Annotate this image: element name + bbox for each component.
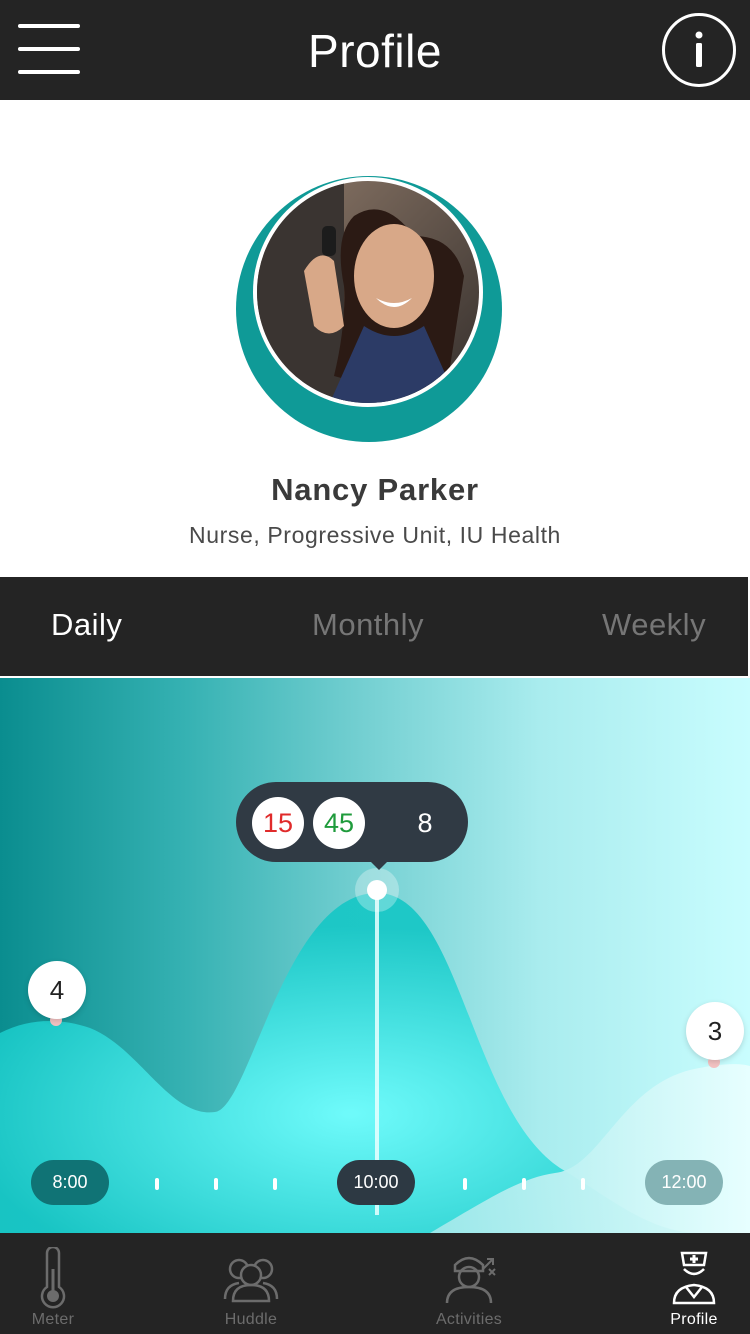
tab-daily[interactable]: Daily [51, 607, 122, 643]
time-pill-12[interactable]: 12:00 [645, 1160, 723, 1205]
period-tabs: Daily Monthly Weekly [0, 577, 748, 676]
tooltip-pointer [369, 860, 389, 870]
nav-meter[interactable]: Meter [0, 1233, 123, 1334]
time-tick [214, 1178, 218, 1190]
selection-dot [367, 880, 387, 900]
profile-role: Nurse, Progressive Unit, IU Health [189, 522, 561, 548]
nav-huddle[interactable]: Huddle [181, 1233, 321, 1334]
thermometer-icon [40, 1247, 66, 1309]
left-marker[interactable]: 4 [28, 961, 86, 1019]
tooltip-plain-value: 8 [417, 808, 433, 838]
nav-label: Activities [435, 1311, 503, 1328]
nav-profile[interactable]: Profile [624, 1233, 750, 1334]
person-activities-icon [445, 1256, 496, 1304]
time-pill-10[interactable]: 10:00 [337, 1160, 415, 1205]
nav-label: Meter [31, 1311, 75, 1328]
nurse-icon [672, 1251, 716, 1305]
activity-chart: 4 3 15 45 8 8:00 10:00 12:00 [0, 678, 750, 1233]
bottom-nav: Meter Huddle Activities Profile [0, 1233, 750, 1334]
info-icon[interactable] [662, 13, 736, 87]
group-icon [223, 1258, 279, 1303]
time-tick [581, 1178, 585, 1190]
nav-activities[interactable]: Activities [399, 1233, 539, 1334]
time-tick [155, 1178, 159, 1190]
nav-label: Profile [670, 1311, 718, 1328]
tooltip-red-value: 15 [252, 797, 304, 849]
time-pill-8[interactable]: 8:00 [31, 1160, 109, 1205]
avatar [234, 176, 504, 442]
tooltip-green-value: 45 [313, 797, 365, 849]
nav-label: Huddle [224, 1311, 278, 1328]
right-marker[interactable]: 3 [686, 1002, 744, 1060]
time-tick [522, 1178, 526, 1190]
profile-name: Nancy Parker [271, 472, 479, 507]
tab-weekly[interactable]: Weekly [602, 607, 706, 643]
time-tick [273, 1178, 277, 1190]
tab-monthly[interactable]: Monthly [312, 607, 424, 643]
page-title: Profile [308, 25, 442, 77]
value-tooltip[interactable]: 15 45 8 [236, 782, 468, 862]
top-bar: Profile [0, 0, 750, 100]
time-tick [463, 1178, 467, 1190]
